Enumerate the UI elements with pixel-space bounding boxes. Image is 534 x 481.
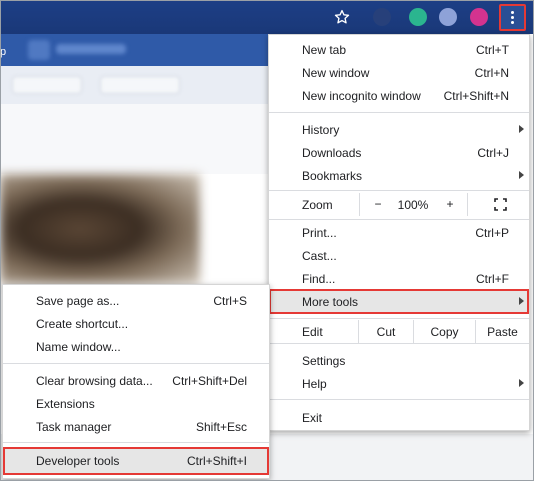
zoom-divider [467,193,468,216]
menu-item-developer-tools[interactable]: Developer tools Ctrl+Shift+I [3,447,269,475]
menu-item-label: Name window... [36,339,121,354]
menu-item-shortcut: Ctrl+Shift+N [443,88,509,103]
extension-icon[interactable] [470,8,488,26]
kebab-menu-icon [511,11,514,24]
menu-separator [269,219,529,220]
fullscreen-icon[interactable] [494,198,507,211]
menu-item-more-tools[interactable]: More tools [269,289,529,314]
menu-item-find[interactable]: Find... Ctrl+F [269,267,529,290]
menu-item-bookmarks[interactable]: Bookmarks [269,164,529,187]
menu-separator [269,112,529,113]
menu-item-label: Developer tools [36,454,120,468]
zoom-in-button[interactable]: + [443,197,457,211]
zoom-out-button[interactable]: − [371,197,385,211]
menu-item-label: New incognito window [302,88,421,103]
menu-item-label: New tab [302,42,347,57]
menu-item-shortcut: Shift+Esc [195,419,247,434]
menu-item-label: Save page as... [36,293,120,308]
menu-separator [269,318,529,319]
menu-item-new-window[interactable]: New window Ctrl+N [269,61,529,84]
chrome-main-menu: New tab Ctrl+T New window Ctrl+N New inc… [268,34,530,431]
page-header: p [0,34,270,66]
menu-item-label: Extensions [36,396,95,411]
menu-item-name-window[interactable]: Name window... [3,335,269,358]
menu-separator [3,363,269,364]
zoom-label: Zoom [302,198,333,212]
menu-item-task-manager[interactable]: Task manager Shift+Esc [3,415,269,438]
menu-item-shortcut: Ctrl+T [476,42,509,57]
menu-item-label: Print... [302,225,337,240]
menu-item-label: New window [302,65,370,80]
menu-item-shortcut: Ctrl+Shift+Del [172,373,247,388]
page-header-title [56,44,126,54]
menu-item-print[interactable]: Print... Ctrl+P [269,221,529,244]
extension-icon[interactable] [373,8,391,26]
menu-item-cast[interactable]: Cast... [269,244,529,267]
page-header-text: p [0,46,7,58]
menu-item-history[interactable]: History [269,118,529,141]
cut-button[interactable]: Cut [358,320,413,343]
submenu-arrow-icon [519,379,524,387]
menu-item-shortcut: Ctrl+N [474,65,509,80]
menu-item-new-tab[interactable]: New tab Ctrl+T [269,38,529,61]
menu-item-extensions[interactable]: Extensions [3,392,269,415]
zoom-divider [359,193,360,216]
page-section [0,104,270,174]
menu-item-label: Help [302,376,327,391]
menu-item-exit[interactable]: Exit [269,406,529,429]
menu-item-label: Settings [302,353,346,368]
menu-item-new-incognito-window[interactable]: New incognito window Ctrl+Shift+N [269,84,529,107]
menu-item-shortcut: Ctrl+Shift+I [186,454,247,468]
menu-item-label: Cast... [302,248,337,263]
browser-toolbar [0,0,534,34]
menu-item-help[interactable]: Help [269,372,529,395]
menu-item-clear-browsing-data[interactable]: Clear browsing data... Ctrl+Shift+Del [3,369,269,392]
menu-item-shortcut: Ctrl+S [213,293,247,308]
zoom-level: 100% [397,198,429,212]
page-search-box [100,76,180,94]
submenu-arrow-icon [519,125,524,133]
page-logo [28,40,50,60]
menu-item-label: Task manager [36,419,112,434]
star-icon[interactable] [333,8,351,26]
more-tools-submenu: Save page as... Ctrl+S Create shortcut..… [2,284,270,479]
extension-icon[interactable] [409,8,427,26]
menu-separator [269,399,529,400]
menu-item-shortcut: Ctrl+P [475,225,509,240]
menu-item-settings[interactable]: Settings [269,349,529,372]
menu-item-label: Exit [302,410,323,425]
menu-separator [269,190,529,191]
page-photo [0,174,200,284]
zoom-row: Zoom − 100% + [269,193,529,216]
menu-separator [269,343,529,344]
page-filter-button [12,76,82,94]
menu-item-label: Bookmarks [302,168,363,183]
submenu-arrow-icon [519,171,524,179]
menu-item-label: Clear browsing data... [36,373,153,388]
menu-item-shortcut: Ctrl+J [477,145,509,160]
submenu-arrow-icon [519,297,524,305]
customize-menu-button[interactable] [499,4,526,31]
menu-item-downloads[interactable]: Downloads Ctrl+J [269,141,529,164]
menu-item-create-shortcut[interactable]: Create shortcut... [3,312,269,335]
page-subbar [0,66,270,104]
paste-button[interactable]: Paste [475,320,529,343]
menu-item-shortcut: Ctrl+F [476,271,509,286]
extension-icon[interactable] [439,8,457,26]
menu-item-label: Create shortcut... [36,316,129,331]
menu-item-label: More tools [302,294,359,309]
menu-separator [3,442,269,443]
copy-button[interactable]: Copy [413,320,475,343]
edit-row: Edit Cut Copy Paste [269,320,529,343]
menu-item-save-page-as[interactable]: Save page as... Ctrl+S [3,289,269,312]
edit-label: Edit [302,325,323,339]
menu-item-label: History [302,122,340,137]
menu-item-label: Downloads [302,145,362,160]
menu-item-label: Find... [302,271,336,286]
